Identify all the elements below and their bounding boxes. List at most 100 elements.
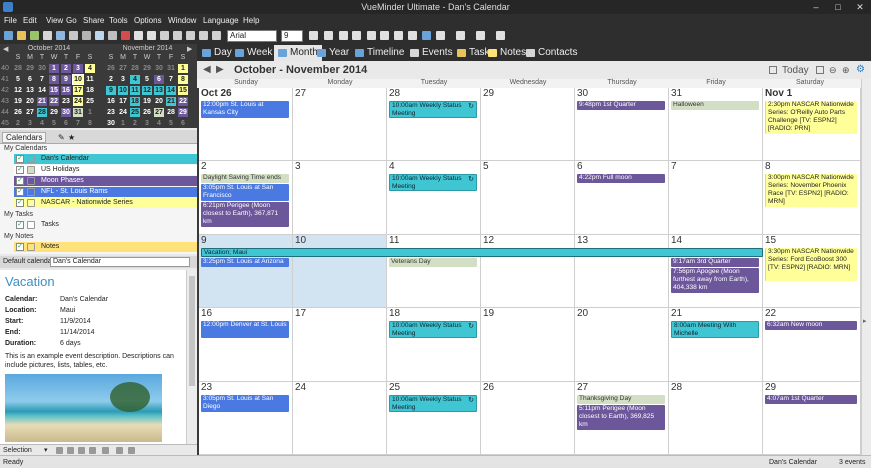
paste-icon[interactable] [108,31,117,40]
mini-day[interactable]: 2 [106,75,116,84]
mini-day[interactable]: 23 [106,108,116,117]
default-calendar-select[interactable]: Dan's Calendar [50,257,190,267]
sync-icon[interactable] [173,31,182,40]
menu-help[interactable]: Help [243,16,259,25]
day-number[interactable]: 11 [389,235,399,246]
mini-day[interactable]: 15 [178,86,188,95]
day-number[interactable]: 26 [483,382,494,393]
day-number[interactable]: 19 [483,308,494,319]
calendar-event[interactable]: 2:30pm NASCAR Nationwide Series: O'Reill… [765,101,857,134]
mini-day[interactable]: 4 [130,75,140,84]
day-cell[interactable]: 10 [293,234,387,309]
prev-arrow-icon[interactable]: ◀ [203,64,211,75]
mini-day[interactable]: 24 [118,108,128,117]
menu-go[interactable]: Go [66,16,77,25]
mini-day[interactable]: 7 [166,75,176,84]
mini-day[interactable]: 20 [25,97,35,106]
mini-day[interactable]: 28 [37,108,47,117]
align-right-icon[interactable] [380,31,389,40]
numbered-list-icon[interactable] [408,31,417,40]
day-cell[interactable]: 18 10:00am Weekly Status Meeting ↻ [387,308,481,382]
mini-day[interactable]: 2 [130,119,140,128]
calendar-event[interactable]: 9:48pm 1st Quarter [577,101,665,110]
day-number[interactable]: 24 [295,382,306,393]
mini-day[interactable]: 25 [130,108,140,117]
redo-icon[interactable] [147,31,156,40]
mini-day[interactable]: 1 [178,64,188,73]
calendar-event[interactable]: 6:32am New moon [765,321,857,331]
mini-calendar-october[interactable]: ◀ October 2014 S M T W T F S 40 28 29 30 1 2 3 4 41 5 6 7 8… [0,44,98,128]
new-note-icon[interactable] [30,31,39,40]
day-cell[interactable]: 22 6:32am New moon [763,308,861,382]
print-details-icon[interactable] [56,447,63,454]
font-name-select[interactable]: Arial [227,30,277,42]
day-number[interactable]: 28 [671,382,682,393]
mini-day[interactable]: 17 [118,97,128,106]
today-button[interactable]: Today [782,65,809,76]
vacation-event-banner[interactable]: Vacation; Maui [201,247,763,257]
zoom-out-icon[interactable]: ⊖ [829,65,837,76]
mini-day[interactable]: 5 [13,75,23,84]
mini-day[interactable]: 13 [25,86,35,95]
selection-dropdown-icon[interactable]: ▾ [44,446,48,454]
mini-day[interactable]: 27 [118,64,128,73]
calendar-checkbox[interactable]: ✓ [16,155,24,163]
mini-day[interactable]: 2 [61,64,71,73]
mini-day[interactable]: 4 [85,64,95,73]
calendar-item[interactable]: ✓ Dan's Calendar [14,154,197,164]
bold-icon[interactable] [339,31,348,40]
mini-day[interactable]: 7 [37,75,47,84]
picture-icon[interactable] [456,31,465,40]
calendar-checkbox[interactable]: ✓ [16,188,24,196]
day-cell[interactable]: 30 9:48pm 1st Quarter [575,88,669,162]
mini-day[interactable]: 11 [85,75,95,84]
mini-day[interactable]: 1 [49,64,59,73]
print-icon[interactable] [69,31,78,40]
day-number[interactable]: 29 [765,382,776,393]
day-number[interactable]: 7 [671,161,677,172]
mini-day[interactable]: 20 [154,97,164,106]
day-cell[interactable]: 9 3:25pm St. Louis at Arizona [199,234,293,309]
day-number[interactable]: 17 [295,308,306,319]
calendar-event[interactable]: 4:22pm Full moon [577,174,665,184]
day-cell[interactable]: 28 [669,381,763,455]
mini-day[interactable]: 30 [154,64,164,73]
day-number[interactable]: 31 [671,88,682,99]
mini-day[interactable]: 30 [106,119,116,128]
day-number[interactable]: 10 [295,235,306,246]
mini-day[interactable]: 6 [154,75,164,84]
day-cell[interactable]: 28 10:00am Weekly Status Meeting ↻ [387,88,481,162]
mini-day[interactable]: 16 [106,97,116,106]
mini-day[interactable]: 7 [73,119,83,128]
mini-day[interactable]: 6 [178,119,188,128]
calendar-item[interactable]: ✓ NFL - St. Louis Rams [14,187,197,197]
minimize-button[interactable]: – [805,0,827,14]
email-details-icon[interactable] [78,447,85,454]
tab-week[interactable]: Week [235,47,272,58]
day-number[interactable]: 8 [765,161,771,172]
mini-day[interactable]: 6 [61,119,71,128]
link-icon[interactable] [422,31,431,40]
tab-events[interactable]: Events [410,47,453,58]
calendar-event[interactable]: 3:25pm St. Louis at Arizona [201,257,289,267]
day-cell[interactable]: 17 [293,308,387,382]
day-cell[interactable]: 23 3:05pm St. Louis at San Diego [199,381,293,455]
day-cell[interactable]: 4 10:00am Weekly Status Meeting ↻ [387,161,481,235]
highlight-icon[interactable] [324,31,333,40]
mini-calendar-november[interactable]: November 2014 ▶ S M T W T F S 26 27 28 29 30 31 1 2 3 4 5… [98,44,197,128]
bullet-list-icon[interactable] [394,31,403,40]
day-number[interactable]: 20 [577,308,588,319]
settings-icon[interactable] [212,31,221,40]
close-button[interactable]: ✕ [849,0,871,14]
mini-day[interactable]: 29 [178,108,188,117]
day-number[interactable]: 22 [765,308,776,319]
tab-contacts[interactable]: Contacts [526,47,577,58]
day-cell[interactable]: 20 [575,308,669,382]
mini-day[interactable]: 3 [25,119,35,128]
day-number[interactable]: 9 [201,235,207,246]
day-cell[interactable]: 6 4:22pm Full moon [575,161,669,235]
mini-day[interactable]: 5 [142,75,152,84]
day-number[interactable]: 25 [389,382,400,393]
scroll-right-arrow[interactable]: ▸ [863,317,867,325]
undo-icon[interactable] [134,31,143,40]
